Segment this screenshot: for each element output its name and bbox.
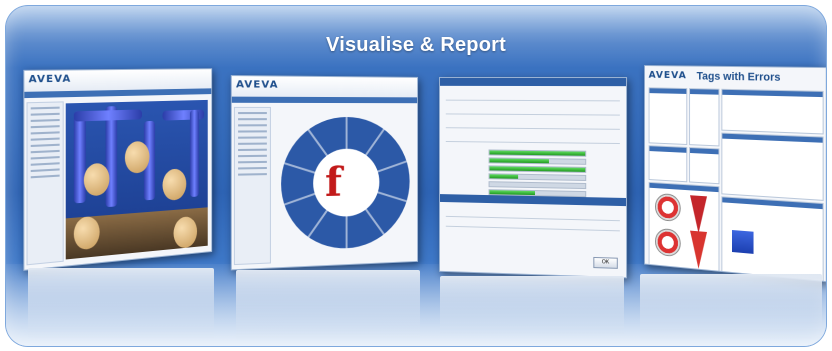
portal-header: AVEVA [231,76,418,99]
progress-bar [488,173,587,181]
reflection [640,274,822,340]
reflection [236,270,420,340]
portal-navbar [231,96,418,104]
aveva-logo: AVEVA [28,73,72,86]
portal-sidebar [233,106,271,266]
detail-tile [721,132,824,201]
dashboard-grid [648,87,824,282]
progress-bar [488,149,587,157]
ok-button[interactable]: OK [593,256,618,269]
aveva-logo: AVEVA [648,69,687,82]
funnel-chart [690,230,708,270]
stats-tile [689,147,720,185]
progress-bar [488,165,587,173]
list-tile [689,88,720,147]
reflection [440,276,624,336]
panel-title: Visualise & Report [326,34,506,56]
chart-bar [732,230,754,254]
dashboard-title: Tags with Errors [696,70,781,84]
reflection [28,268,214,338]
visualise-report-panel: Visualise & Report AVEVA AVEVA f OK AVEV… [6,6,826,346]
brand-mark-icon: f [325,158,342,207]
form-tabs[interactable] [440,194,627,207]
viewer-tree-panel [26,101,64,266]
summary-tile [648,87,688,146]
screenshot-portal-wheel: AVEVA f [230,75,419,271]
aveva-logo: AVEVA [235,79,279,91]
plant-3d-model[interactable] [65,99,208,260]
form-titlebar [440,77,627,87]
counter-tile [648,145,688,183]
screenshot-dashboard: AVEVA Tags with Errors [644,65,826,283]
gauge-icon [654,227,681,258]
gauge-icon [654,192,681,223]
wheel-center-logo: f [313,148,380,218]
info-tile [721,88,824,135]
funnel-chart [690,195,708,234]
process-wheel[interactable]: f [281,116,410,251]
progress-bar [488,181,587,190]
chart-tile [721,196,824,282]
screenshot-3d-viewer: AVEVA [23,68,213,271]
screenshot-status-form: OK [439,76,628,279]
gauges-tile [648,181,720,272]
progress-bar [488,157,587,165]
